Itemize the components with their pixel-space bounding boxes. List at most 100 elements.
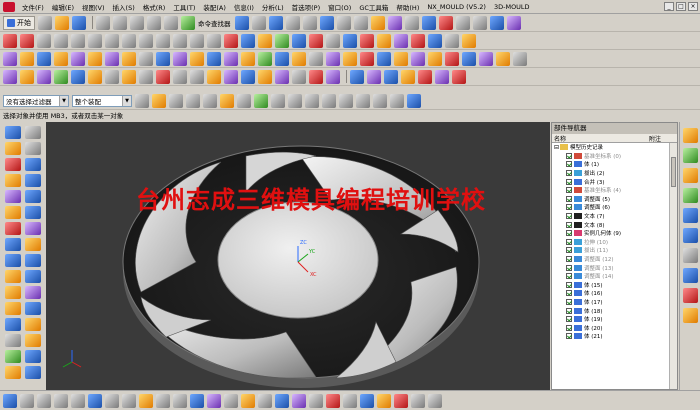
top-view-icon[interactable] [20,393,34,408]
menu-gc-toolbox[interactable]: GC工具箱 [355,2,392,12]
point-on-curve-snap-icon[interactable] [390,93,404,108]
menu-help[interactable]: 帮助(H) [392,2,423,12]
close-button[interactable]: × [688,2,698,11]
visibility-checkbox[interactable] [566,298,572,305]
iso-view-icon[interactable] [54,393,68,408]
save-icon[interactable] [72,15,86,30]
visibility-checkbox[interactable] [566,170,572,177]
info-tool-icon[interactable] [25,366,41,379]
nsided-icon[interactable] [71,69,85,84]
visibility-checkbox[interactable] [566,178,572,185]
bridge-surface-icon[interactable] [207,69,221,84]
visibility-checkbox[interactable] [566,316,572,323]
endpoint-snap-icon[interactable] [271,93,285,108]
quadrant-snap-icon[interactable] [339,93,353,108]
visibility-checkbox[interactable] [566,195,572,202]
datum-plane-icon[interactable] [5,142,21,155]
command-finder-label[interactable]: 命令查找器 [198,18,231,28]
extract-curve-icon[interactable] [377,33,391,48]
assembly-nav-tab-icon[interactable] [682,128,698,143]
arc-center-snap-icon[interactable] [322,93,336,108]
column-name-header[interactable]: 名称 [552,134,649,143]
tree-root[interactable]: ⊟ 模型历史记录 [552,143,669,152]
menu-preferences[interactable]: 首选项(P) [288,2,325,12]
move-object-icon[interactable] [190,393,204,408]
edge-blend-icon[interactable] [275,51,289,66]
tree-item[interactable]: 体 (21) [552,332,669,341]
menu-info[interactable]: 信息(I) [230,2,258,12]
invert-show-icon[interactable] [258,393,272,408]
sphere-icon[interactable] [173,51,187,66]
move-to-layer-icon[interactable] [377,393,391,408]
patch-tool-icon[interactable] [25,286,41,299]
measure-angle-icon[interactable] [367,69,381,84]
web-browser-tab-icon[interactable] [682,208,698,223]
trim-tool-icon[interactable] [5,254,21,267]
bounded-plane-icon[interactable] [88,69,102,84]
assembly-filter-dropdown[interactable]: 整个装配 ▼ [72,94,132,107]
visibility-checkbox[interactable] [566,221,572,228]
blank-icon[interactable] [309,393,323,408]
type-filter-dropdown[interactable]: 没有选择过滤器 ▼ [3,94,69,107]
trim-sheet-icon[interactable] [122,69,136,84]
through-curves-icon[interactable] [3,69,17,84]
split-body-icon[interactable] [258,51,272,66]
block-icon[interactable] [122,51,136,66]
unite-icon[interactable] [190,51,204,66]
mould-wizard-icon[interactable] [506,15,521,30]
revolve-icon[interactable] [20,51,34,66]
revolve-tool-icon[interactable] [25,174,41,187]
clip-icon[interactable] [404,15,419,30]
tree-item[interactable]: 体 (1) [552,160,669,169]
menu-file[interactable]: 文件(F) [18,2,48,12]
filter-icon[interactable] [135,93,149,108]
copy-icon[interactable] [113,15,127,30]
select-all-icon[interactable] [152,93,166,108]
tree-item[interactable]: 调整面 (5) [552,195,669,204]
bridge-curve-icon[interactable] [292,33,306,48]
match-edge-icon[interactable] [258,69,272,84]
shaded-icon[interactable] [234,15,249,30]
wcs-dynamic-icon[interactable] [88,393,102,408]
draft-analysis-icon[interactable] [418,69,432,84]
intersection-snap-icon[interactable] [356,93,370,108]
face-blend-icon[interactable] [156,69,170,84]
tree-item[interactable]: 文本 (8) [552,220,669,229]
view-fit-icon[interactable] [268,15,283,30]
background-icon[interactable] [455,15,470,30]
project-curve-icon[interactable] [241,33,255,48]
history-tab-icon[interactable] [682,188,698,203]
menu-nx-mould[interactable]: NX_MOULD (V5.2) [423,3,490,11]
menu-tools[interactable]: 工具(T) [169,2,199,12]
color-tool-icon[interactable] [25,334,41,347]
visibility-checkbox[interactable] [566,333,572,340]
new-file-icon[interactable] [38,15,52,30]
tree-item[interactable]: 调整面 (12) [552,255,669,264]
wrap-curve-icon[interactable] [394,33,408,48]
control-point-snap-icon[interactable] [305,93,319,108]
offset-face-icon[interactable] [343,51,357,66]
swept-icon[interactable] [37,69,51,84]
paste-icon[interactable] [130,15,144,30]
scale-curve-icon[interactable] [428,33,442,48]
intersect-curve-icon[interactable] [258,33,272,48]
undo-icon[interactable] [147,15,161,30]
scrollbar-thumb[interactable] [671,157,676,187]
offset-tool-icon[interactable] [5,270,21,283]
transform-icon[interactable] [207,393,221,408]
pad-icon[interactable] [88,51,102,66]
snap-point-icon[interactable] [220,93,234,108]
tree-item[interactable]: 体 (17) [552,298,669,307]
fillet-curve-icon[interactable] [156,33,170,48]
mirror-tool-icon[interactable] [25,238,41,251]
rect-select-icon[interactable] [237,93,251,108]
text-icon[interactable] [207,33,221,48]
analysis-tool-icon[interactable] [25,318,41,331]
system-materials-tab-icon[interactable] [682,228,698,243]
layer-visibility-icon[interactable] [411,393,425,408]
wireframe-icon[interactable] [251,15,266,30]
measure-body-icon[interactable] [384,69,398,84]
gc-tool-icon[interactable] [5,366,21,379]
front-view-icon[interactable] [3,393,17,408]
visibility-checkbox[interactable] [566,281,572,288]
